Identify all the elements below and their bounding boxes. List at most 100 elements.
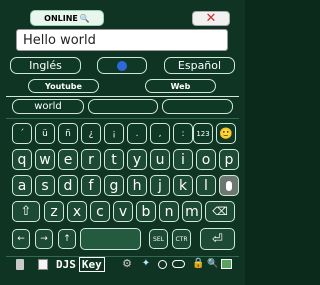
key-label: s <box>41 177 49 194</box>
web-button[interactable]: Web <box>145 79 216 93</box>
search-icon[interactable]: 🔍 <box>207 258 218 270</box>
target-language-button[interactable]: Español <box>164 57 235 74</box>
key-label: m <box>185 203 199 220</box>
key-acute[interactable]: ´ <box>12 123 32 144</box>
key-period[interactable]: . <box>127 123 147 144</box>
key-label: h <box>132 177 142 194</box>
key-label: ¡ <box>112 128 116 139</box>
toggle-icon[interactable] <box>172 260 185 268</box>
input-value: Hello world <box>23 32 96 48</box>
key-g[interactable]: g <box>104 175 124 196</box>
key-i[interactable]: i <box>173 149 193 170</box>
suggestion-1[interactable]: world <box>12 99 84 114</box>
swap-language-button[interactable] <box>97 57 147 74</box>
text-input[interactable]: Hello world <box>16 29 228 51</box>
microphone-icon <box>226 180 232 191</box>
lock-icon[interactable]: 🔒 <box>192 258 204 270</box>
keyboard-app: ONLINE 🔍 ✕ Hello world Inglés Español Yo… <box>0 0 245 285</box>
key-d[interactable]: d <box>58 175 78 196</box>
theme-icon[interactable]: ✦ <box>140 258 152 270</box>
source-language-button[interactable]: Inglés <box>10 57 81 74</box>
key-label: . <box>135 128 139 139</box>
key-b[interactable]: b <box>136 201 156 222</box>
key-label: a <box>17 177 27 194</box>
key-colon[interactable]: : <box>173 123 193 144</box>
image-icon[interactable] <box>221 259 232 269</box>
key-o[interactable]: o <box>196 149 216 170</box>
key-label: k <box>178 177 188 194</box>
cursor-left-key[interactable]: ← <box>12 229 30 249</box>
key-label: y <box>132 151 142 168</box>
select-label: SEL <box>153 235 164 243</box>
key-label: g <box>109 177 119 194</box>
circle-icon[interactable] <box>158 260 167 269</box>
key-label: i <box>181 151 185 168</box>
key-z[interactable]: z <box>44 201 64 222</box>
gear-icon[interactable]: ⚙ <box>121 258 133 270</box>
globe-icon <box>117 60 127 71</box>
key-label: u <box>155 151 165 168</box>
key-label: v <box>118 203 128 220</box>
online-label: ONLINE <box>44 13 78 23</box>
key-u[interactable]: u <box>150 149 170 170</box>
numbers-key[interactable]: 123 <box>193 123 213 144</box>
key-j[interactable]: j <box>150 175 170 196</box>
shift-key[interactable]: ⇧ <box>12 201 40 222</box>
key-p[interactable]: p <box>219 149 239 170</box>
key-f[interactable]: f <box>81 175 101 196</box>
key-c[interactable]: c <box>90 201 110 222</box>
key-label: f <box>88 177 94 194</box>
enter-key[interactable]: ⏎ <box>200 228 235 250</box>
key-e[interactable]: e <box>58 149 78 170</box>
key-w[interactable]: w <box>35 149 55 170</box>
close-icon: ✕ <box>205 11 217 26</box>
key-inverted-exclamation[interactable]: ¡ <box>104 123 124 144</box>
key-k[interactable]: k <box>173 175 193 196</box>
suggestion-2[interactable] <box>88 99 158 114</box>
key-y[interactable]: y <box>127 149 147 170</box>
key-label: b <box>141 203 151 220</box>
smiley-icon: 🙂 <box>219 127 233 140</box>
key-n[interactable]: n <box>159 201 179 222</box>
key-l[interactable]: l <box>196 175 216 196</box>
key-v[interactable]: v <box>113 201 133 222</box>
key-label: e <box>63 151 73 168</box>
key-label: ¿ <box>88 128 94 139</box>
key-r[interactable]: r <box>81 149 101 170</box>
logo-key: Key <box>78 257 105 272</box>
clipboard-icon[interactable] <box>38 259 48 270</box>
web-label: Web <box>170 81 191 91</box>
select-key[interactable]: SEL <box>149 229 168 249</box>
emoji-key[interactable]: 🙂 <box>216 123 236 144</box>
arrow-up-icon: ↑ <box>63 234 71 244</box>
key-q[interactable]: q <box>12 149 32 170</box>
backspace-key[interactable]: ⌫ <box>205 201 235 222</box>
shift-icon: ⇧ <box>20 204 32 219</box>
youtube-label: Youtube <box>45 81 82 91</box>
space-key[interactable] <box>80 228 141 250</box>
control-key[interactable]: CTR <box>172 229 191 249</box>
key-t[interactable]: t <box>104 149 124 170</box>
close-button[interactable]: ✕ <box>192 11 230 26</box>
online-badge[interactable]: ONLINE 🔍 <box>30 10 104 26</box>
microphone-key[interactable] <box>219 175 239 196</box>
cursor-right-key[interactable]: → <box>35 229 53 249</box>
key-label: x <box>72 203 82 220</box>
key-x[interactable]: x <box>67 201 87 222</box>
key-a[interactable]: a <box>12 175 32 196</box>
key-s[interactable]: s <box>35 175 55 196</box>
key-n-tilde[interactable]: ñ <box>58 123 78 144</box>
logo-djs: DJS <box>56 258 76 271</box>
youtube-button[interactable]: Youtube <box>28 79 99 93</box>
key-h[interactable]: h <box>127 175 147 196</box>
key-inverted-question[interactable]: ¿ <box>81 123 101 144</box>
key-label: z <box>50 203 58 220</box>
key-label: ´ <box>19 128 25 139</box>
trash-icon[interactable] <box>16 259 24 270</box>
cursor-up-key[interactable]: ↑ <box>58 229 76 249</box>
key-comma[interactable]: , <box>150 123 170 144</box>
key-m[interactable]: m <box>182 201 202 222</box>
suggestion-3[interactable] <box>162 99 233 114</box>
key-u-umlaut[interactable]: ü <box>35 123 55 144</box>
key-label: t <box>111 151 117 168</box>
